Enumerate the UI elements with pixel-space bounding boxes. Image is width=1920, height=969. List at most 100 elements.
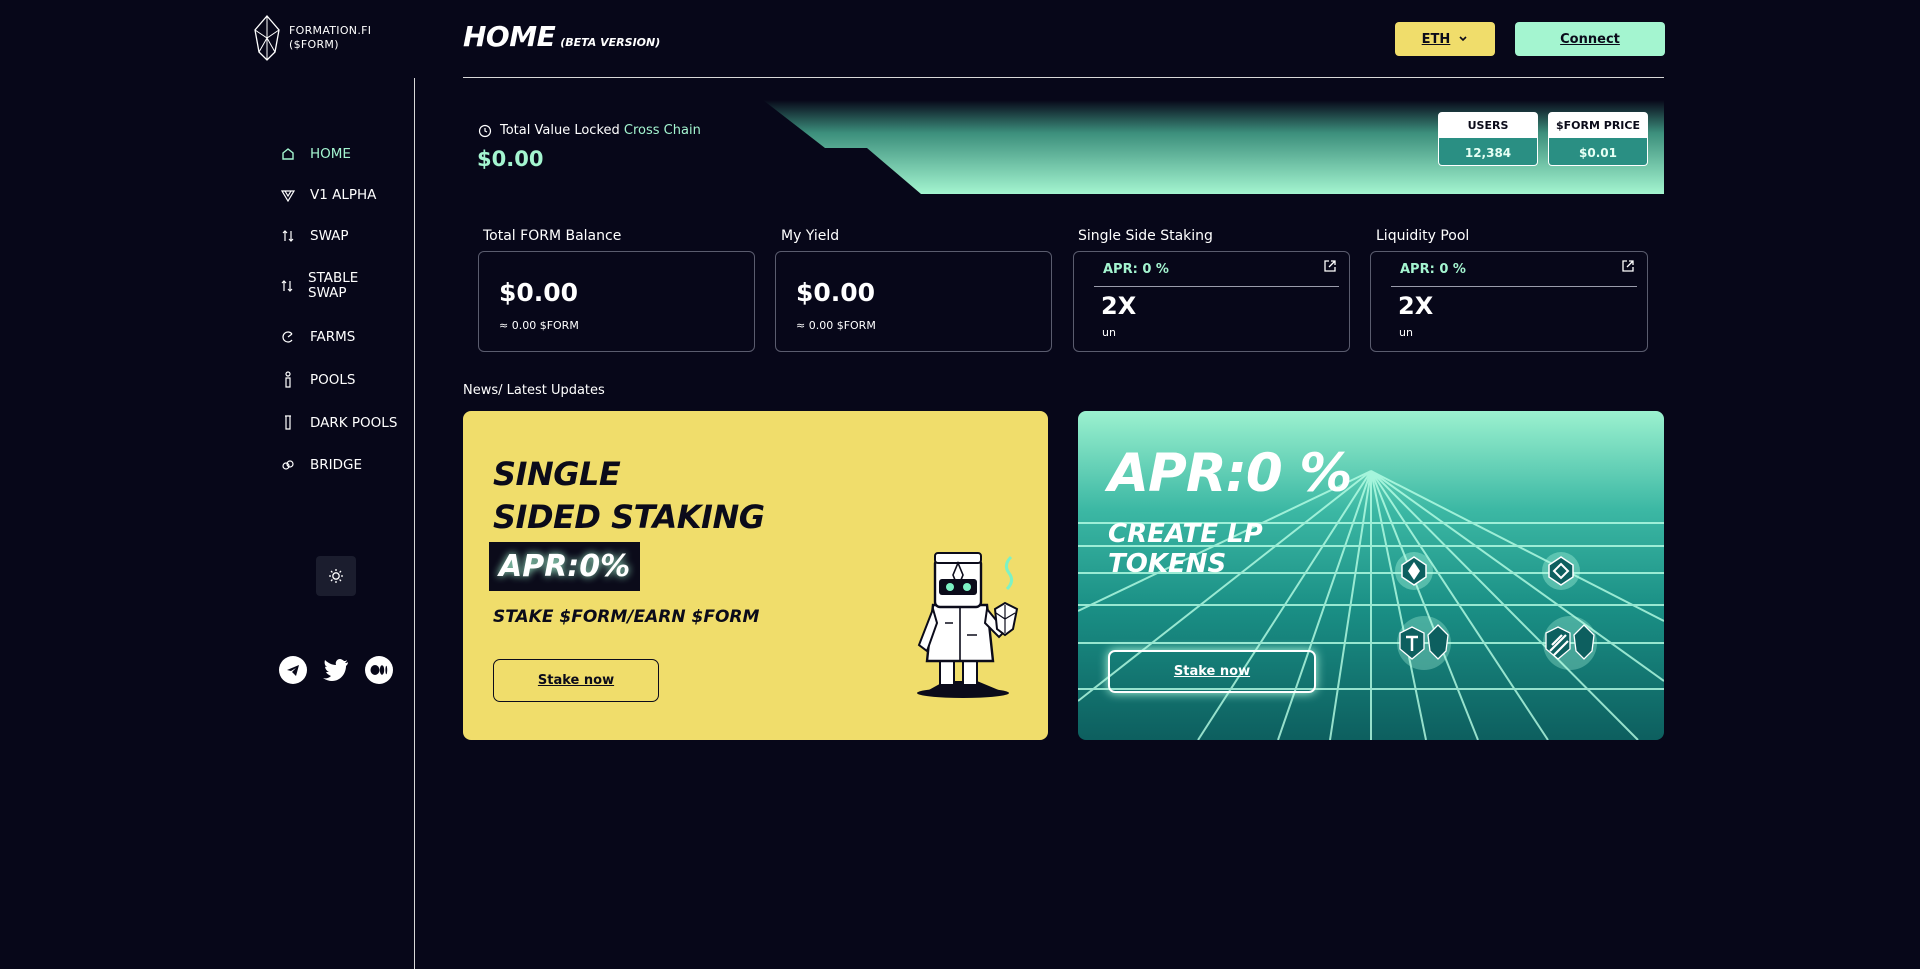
lp-promo-heading-line2: TOKENS [1108,549,1227,579]
liquidity-pool-apr: APR: 0 % [1400,262,1466,277]
social-links [279,656,393,684]
brand-logo[interactable]: FORMATION.FI ($FORM) [253,14,371,62]
sidebar-item-label: DARK POOLS [310,414,398,431]
sidebar-item-farms[interactable]: FARMS [280,329,355,345]
divider [1391,286,1637,287]
sidebar-item-label: POOLS [310,371,356,388]
divider [1094,286,1339,287]
stable-swap-icon [280,278,294,294]
telegram-link[interactable] [279,656,307,684]
medium-icon [370,665,388,675]
liquidity-pool-label: Liquidity Pool [1376,228,1470,244]
sun-icon [329,569,343,583]
sidebar-item-swap[interactable]: SWAP [280,228,349,244]
single-staking-unit: un [1102,326,1116,339]
sidebar-item-home[interactable]: HOME [280,146,351,162]
users-value: 12,384 [1439,138,1537,165]
swap-icon [280,228,296,244]
robot-mascot-icon [917,552,1019,698]
sidebar-item-label: BRIDGE [310,456,363,473]
sidebar-item-label: V1 ALPHA [310,186,377,203]
theme-toggle-button[interactable] [316,556,356,596]
connect-wallet-button[interactable]: Connect [1515,22,1665,56]
single-staking-link[interactable] [1323,258,1337,277]
sidebar-item-label: STABLE SWAP [308,270,359,301]
usdt-pair-icon [1397,616,1451,670]
page-title: HOME (BETA VERSION) [463,20,660,53]
bridge-icon [280,457,296,473]
promo-apr: APR:0% [489,542,641,591]
users-label: USERS [1467,119,1509,132]
network-selector[interactable]: ETH [1395,22,1495,56]
total-balance-value: $0.00 [499,278,579,307]
v1-alpha-icon [280,187,296,203]
sidebar-divider [414,78,415,969]
single-staking-label: Single Side Staking [1078,228,1213,244]
lp-promo-heading-line1: CREATE LP [1108,519,1263,549]
sidebar-item-stable-swap[interactable]: STABLE SWAP [280,271,380,301]
liquidity-pool-multiplier: 2X [1398,292,1434,320]
bnb-token-icon [1542,552,1580,590]
sidebar-item-label: SWAP [310,227,349,244]
form-price-label: $FORM PRICE [1556,119,1640,132]
promo-heading-line2: SIDED STAKING [493,498,765,536]
single-staking-card: APR: 0 % 2X un [1073,251,1350,352]
sidebar-item-label: FARMS [310,328,356,345]
promo-heading-line1: SINGLE [493,455,621,493]
stake-now-button[interactable]: Stake now [493,659,659,702]
brand-name: FORMATION.FI [289,24,372,37]
formation-logo-icon [254,15,280,61]
info-icon [478,124,492,137]
sidebar-item-pools[interactable]: POOLS [280,371,356,388]
chevron-down-icon [1459,36,1467,42]
sidebar-item-v1-alpha[interactable]: V1 ALPHA [280,187,376,203]
pools-icon [280,371,296,388]
farms-icon [280,329,296,345]
single-staking-apr: APR: 0 % [1103,262,1169,277]
page-subtitle: (BETA VERSION) [560,36,661,49]
busd-pair-icon [1543,616,1597,670]
liquidity-pool-card: APR: 0 % 2X un [1370,251,1648,352]
promo-heading: SINGLE SIDED STAKING [493,453,765,539]
lp-stake-now-button[interactable]: Stake now [1108,650,1316,693]
network-label: ETH [1421,31,1451,47]
sidebar-item-bridge[interactable]: BRIDGE [280,457,362,473]
my-yield-value: $0.00 [796,278,876,307]
external-link-icon [1324,260,1336,272]
tvl-label-text: Total Value Locked [500,123,620,138]
promo-tagline: STAKE $FORM/EARN $FORM [493,607,760,627]
liquidity-pool-unit: un [1399,326,1413,339]
external-link-icon [1622,260,1634,272]
dark-pools-icon [280,415,296,431]
my-yield-sub: ≈ 0.00 $FORM [796,319,876,332]
eth-token-icon [1395,552,1433,590]
form-price-card: $FORM PRICE $0.01 [1548,112,1648,166]
medium-link[interactable] [365,656,393,684]
form-price-value: $0.01 [1549,138,1647,165]
total-balance-sub: ≈ 0.00 $FORM [499,319,579,332]
tvl-label-highlight: Cross Chain [623,123,701,138]
single-staking-promo-card: SINGLE SIDED STAKING APR:0% STAKE $FORM/… [463,411,1048,740]
tvl-value: $0.00 [477,147,544,171]
sidebar-item-dark-pools[interactable]: DARK POOLS [280,415,397,431]
home-icon [280,146,296,162]
brand-ticker: ($FORM) [289,38,339,51]
users-card: USERS 12,384 [1438,112,1538,166]
header-divider [463,77,1664,78]
my-yield-card: $0.00 ≈ 0.00 $FORM [775,251,1052,352]
lp-tokens-promo-card: APR:0 % CREATE LP TOKENS Stake now [1078,411,1664,740]
my-yield-label: My Yield [781,228,840,244]
single-staking-multiplier: 2X [1101,292,1137,320]
lp-promo-heading: CREATE LP TOKENS [1108,519,1263,579]
news-heading: News/ Latest Updates [463,383,605,398]
total-balance-label: Total FORM Balance [483,228,622,244]
telegram-icon [287,665,299,676]
liquidity-pool-link[interactable] [1621,258,1635,277]
page-title-text: HOME [463,20,556,53]
total-balance-card: $0.00 ≈ 0.00 $FORM [478,251,755,352]
lp-promo-apr: APR:0 % [1108,443,1352,504]
tvl-label: Total Value Locked Cross Chain [478,123,701,138]
sidebar-item-label: HOME [310,145,351,162]
twitter-icon [323,659,348,681]
twitter-link[interactable] [322,656,350,684]
